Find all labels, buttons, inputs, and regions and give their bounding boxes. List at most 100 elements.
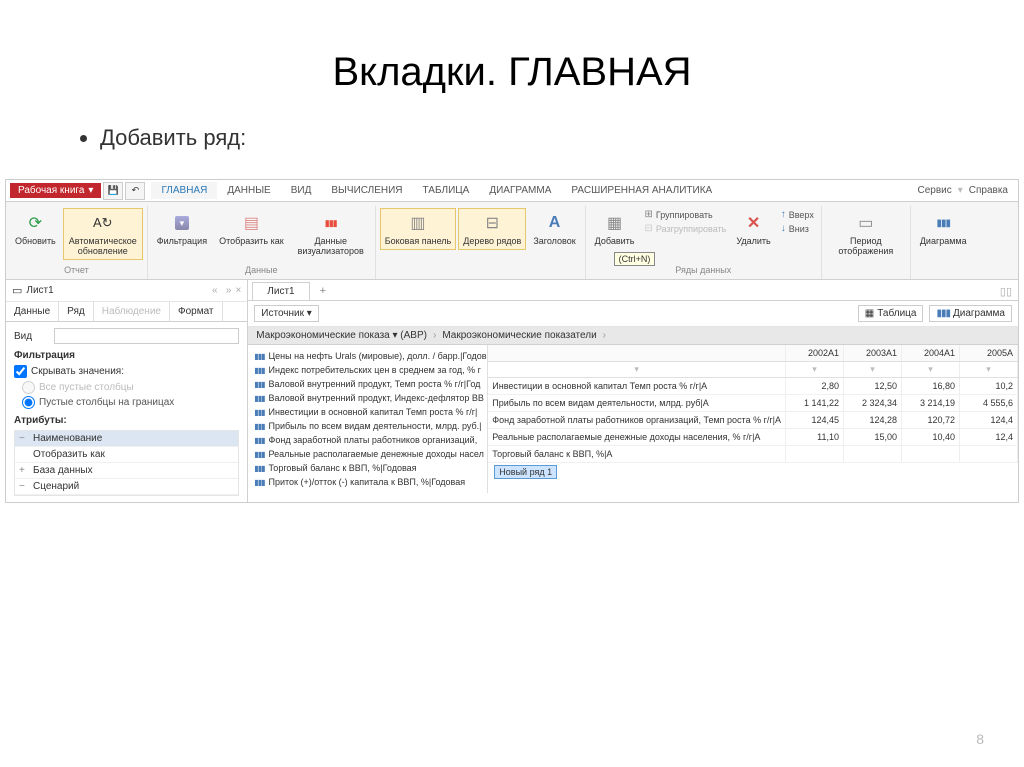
attrs-title: Атрибуты:: [14, 415, 239, 426]
ungroup-button[interactable]: Разгруппировать: [641, 222, 729, 235]
col-2004[interactable]: 2004A1: [902, 345, 960, 361]
crumb-1[interactable]: Макроэкономические показа ▾ (АВР): [256, 330, 427, 341]
series-item[interactable]: ▮▮▮Фонд заработной платы работников орга…: [248, 433, 487, 447]
series-item[interactable]: ▮▮▮Индекс потребительских цен в среднем …: [248, 363, 487, 377]
data-table: 2002A1 2003A1 2004A1 2005A ▾ ▾ ▾ ▾ ▾ Инв…: [488, 345, 1018, 493]
series-item[interactable]: ▮▮▮Прибыль по всем видам деятельности, м…: [248, 419, 487, 433]
sheet-nav-arrows[interactable]: « »: [212, 285, 231, 296]
slide-bullets: Добавить ряд:: [0, 125, 1024, 179]
radio-all-empty[interactable]: Все пустые столбцы: [22, 381, 239, 394]
ungroup-icon: [644, 223, 652, 234]
display-as-button[interactable]: Отобразить как: [214, 208, 289, 260]
panel-tab-format[interactable]: Формат: [170, 302, 223, 321]
filter-button[interactable]: Фильтрация: [152, 208, 212, 260]
viz-icon: [319, 211, 343, 235]
chart-button[interactable]: Диаграмма: [915, 208, 972, 250]
series-icon: ▮▮▮: [254, 478, 264, 487]
series-item[interactable]: ▮▮▮Торговый баланс к ВВП, %|Годовая: [248, 461, 487, 475]
sheet-name[interactable]: Лист1: [26, 285, 53, 296]
tab-calc[interactable]: ВЫЧИСЛЕНИЯ: [321, 182, 412, 199]
chart-icon: [931, 211, 955, 235]
diagram-icon: [936, 308, 950, 319]
menubar: Рабочая книга▾ 💾 ↶ ГЛАВНАЯ ДАННЫЕ ВИД ВЫ…: [6, 180, 1018, 202]
series-icon: ▮▮▮: [254, 380, 264, 389]
table-row[interactable]: Фонд заработной платы работников организ…: [488, 412, 1018, 429]
filter-icon: [170, 211, 194, 235]
viz-data-button[interactable]: Данные визуализаторов: [291, 208, 371, 260]
table-view-button[interactable]: ▦Таблица: [858, 305, 924, 322]
add-row-button[interactable]: Добавить: [590, 208, 640, 250]
panel-tab-data[interactable]: Данные: [6, 302, 59, 321]
series-icon: ▮▮▮: [254, 394, 264, 403]
col-2003[interactable]: 2003A1: [844, 345, 902, 361]
attr-name[interactable]: −Наименование: [15, 431, 238, 447]
table-icon: ▦: [865, 308, 874, 319]
series-icon: ▮▮▮: [254, 450, 264, 459]
display-icon: [239, 211, 263, 235]
header-icon: [543, 211, 567, 235]
up-icon: [781, 209, 786, 220]
vertical-split-icon[interactable]: ▯▯: [1000, 285, 1012, 298]
radio-empty-edges[interactable]: Пустые столбцы на границах: [22, 396, 239, 409]
auto-update-button[interactable]: Автоматическое обновление: [63, 208, 143, 260]
tab-table[interactable]: ТАБЛИЦА: [413, 182, 480, 199]
series-item[interactable]: ▮▮▮Приток (+)/отток (-) капитала к ВВП, …: [248, 475, 487, 489]
tab-main[interactable]: ГЛАВНАЯ: [151, 182, 217, 199]
panel-tab-row[interactable]: Ряд: [59, 302, 94, 321]
main-area: Лист1 + ▯▯ Источник ▾ ▦Таблица Диаграмма…: [248, 280, 1018, 502]
header-button[interactable]: Заголовок: [528, 208, 580, 250]
table-row[interactable]: Торговый баланс к ВВП, %|A: [488, 446, 1018, 463]
tab-data[interactable]: ДАННЫЕ: [217, 182, 280, 199]
delete-button[interactable]: Удалить: [731, 208, 775, 250]
series-icon: ▮▮▮: [254, 408, 264, 417]
series-item[interactable]: ▮▮▮Валовой внутренний продукт, Темп рост…: [248, 377, 487, 391]
series-item[interactable]: ▮▮▮Реальные располагаемые денежные доход…: [248, 447, 487, 461]
workbook-menu[interactable]: Рабочая книга▾: [10, 183, 101, 198]
tree-icon: [480, 211, 504, 235]
save-icon[interactable]: 💾: [103, 182, 123, 200]
view-dropdown[interactable]: [54, 328, 239, 344]
attr-display-as[interactable]: Отобразить как: [15, 447, 238, 463]
col-2005[interactable]: 2005A: [960, 345, 1018, 361]
side-panel-button[interactable]: Боковая панель: [380, 208, 457, 250]
menu-service[interactable]: Сервис: [917, 185, 951, 196]
table-row[interactable]: Реальные располагаемые денежные доходы н…: [488, 429, 1018, 446]
menu-help[interactable]: Справка: [969, 185, 1008, 196]
slide-title: Вкладки. ГЛАВНАЯ: [0, 0, 1024, 125]
doc-tab-sheet1[interactable]: Лист1: [252, 282, 309, 300]
panel-tab-observation[interactable]: Наблюдение: [94, 302, 170, 321]
down-icon: [781, 223, 786, 234]
crumb-2[interactable]: Макроэкономические показатели: [442, 330, 596, 341]
tab-diagram[interactable]: ДИАГРАММА: [479, 182, 561, 199]
tab-view[interactable]: ВИД: [281, 182, 322, 199]
auto-update-icon: [91, 211, 115, 235]
series-list: ▮▮▮Цены на нефть Urals (мировые), долл. …: [248, 345, 488, 493]
refresh-button[interactable]: Обновить: [10, 208, 61, 260]
attr-scenario[interactable]: −Сценарий: [15, 479, 238, 495]
table-row[interactable]: Инвестиции в основной капитал Темп роста…: [488, 378, 1018, 395]
add-sheet-button[interactable]: +: [312, 282, 334, 300]
tab-analytics[interactable]: РАСШИРЕННАЯ АНАЛИТИКА: [561, 182, 722, 199]
col-2002[interactable]: 2002A1: [786, 345, 844, 361]
move-up-button[interactable]: Вверх: [778, 208, 817, 221]
move-down-button[interactable]: Вниз: [778, 222, 817, 235]
hide-values-check[interactable]: Скрывать значения:: [14, 365, 239, 378]
series-item[interactable]: ▮▮▮Инвестиции в основной капитал Темп ро…: [248, 405, 487, 419]
row-tree-button[interactable]: Дерево рядов: [458, 208, 526, 250]
undo-icon[interactable]: ↶: [125, 182, 145, 200]
table-row[interactable]: Прибыль по всем видам деятельности, млрд…: [488, 395, 1018, 412]
series-item[interactable]: ▮▮▮Цены на нефть Urals (мировые), долл. …: [248, 349, 487, 363]
view-label: Вид: [14, 331, 54, 342]
bullet-add-row: Добавить ряд:: [100, 125, 944, 151]
period-button[interactable]: Период отображения: [826, 208, 906, 260]
diagram-view-button[interactable]: Диаграмма: [929, 305, 1012, 322]
series-item[interactable]: ▮▮▮Валовой внутренний продукт, Индекс-де…: [248, 391, 487, 405]
breadcrumb: Макроэкономические показа ▾ (АВР) › Макр…: [248, 327, 1018, 345]
series-icon: ▮▮▮: [254, 352, 264, 361]
attr-database[interactable]: +База данных: [15, 463, 238, 479]
close-panel-icon[interactable]: ×: [235, 285, 241, 296]
group-button[interactable]: Группировать: [641, 208, 729, 221]
new-row-input[interactable]: Новый ряд 1: [494, 465, 557, 479]
series-icon: ▮▮▮: [254, 366, 264, 375]
source-button[interactable]: Источник ▾: [254, 305, 319, 322]
